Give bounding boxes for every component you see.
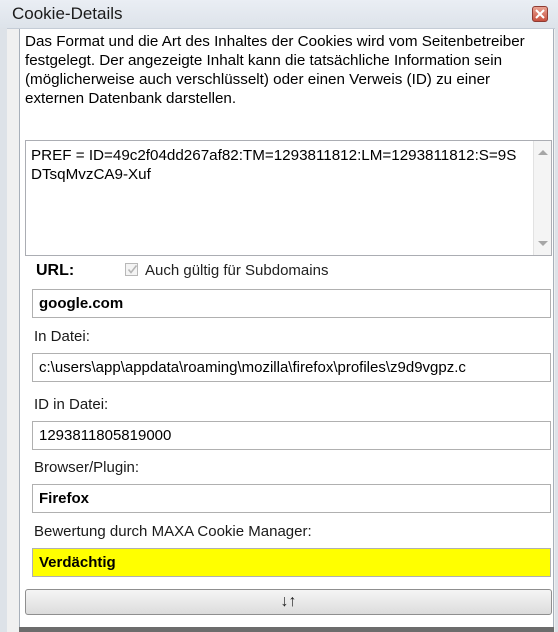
file-id-value: 1293811805819000 — [39, 427, 172, 444]
rating-field[interactable]: Verdächtig — [32, 548, 551, 577]
cookie-content-textarea[interactable]: PREF = ID=49c2f04dd267af82:TM=1293811812… — [25, 140, 552, 256]
cookie-details-window: Cookie-Details Das Format und die Art de… — [0, 0, 558, 632]
rating-label: Bewertung durch MAXA Cookie Manager: — [34, 523, 312, 540]
browser-label: Browser/Plugin: — [34, 459, 140, 476]
subdomain-checkbox-label: Auch gültig für Subdomains — [145, 262, 329, 279]
description-text: Das Format und die Art des Inhaltes der … — [25, 33, 525, 107]
textarea-scrollbar[interactable] — [533, 141, 551, 255]
rating-value: Verdächtig — [39, 554, 116, 571]
scroll-down-icon[interactable] — [538, 241, 548, 246]
file-field[interactable]: c:\users\app\appdata\roaming\mozilla\fir… — [32, 353, 551, 382]
file-id-label: ID in Datei: — [34, 396, 109, 413]
subdomain-checkbox[interactable] — [125, 263, 138, 276]
browser-field[interactable]: Firefox — [32, 484, 551, 513]
window-title: Cookie-Details — [12, 4, 123, 23]
url-value: google.com — [39, 295, 124, 312]
arrows-icon: ↓↑ — [280, 593, 297, 610]
expand-collapse-button[interactable]: ↓↑ — [25, 589, 552, 615]
content-panel — [19, 29, 554, 632]
close-icon — [535, 9, 545, 19]
scroll-up-icon[interactable] — [538, 150, 548, 155]
title-bar: Cookie-Details — [0, 0, 558, 29]
window-left-edge — [0, 28, 7, 632]
close-button[interactable] — [532, 6, 548, 22]
file-id-field[interactable]: 1293811805819000 — [32, 421, 551, 450]
url-label: URL: — [36, 262, 75, 279]
checkmark-icon — [127, 265, 138, 274]
file-label: In Datei: — [34, 328, 90, 345]
cookie-content-text: PREF = ID=49c2f04dd267af82:TM=1293811812… — [31, 147, 517, 183]
url-field[interactable]: google.com — [32, 289, 551, 318]
browser-value: Firefox — [39, 490, 90, 507]
bottom-border — [19, 627, 554, 632]
file-value: c:\users\app\appdata\roaming\mozilla\fir… — [39, 359, 466, 376]
